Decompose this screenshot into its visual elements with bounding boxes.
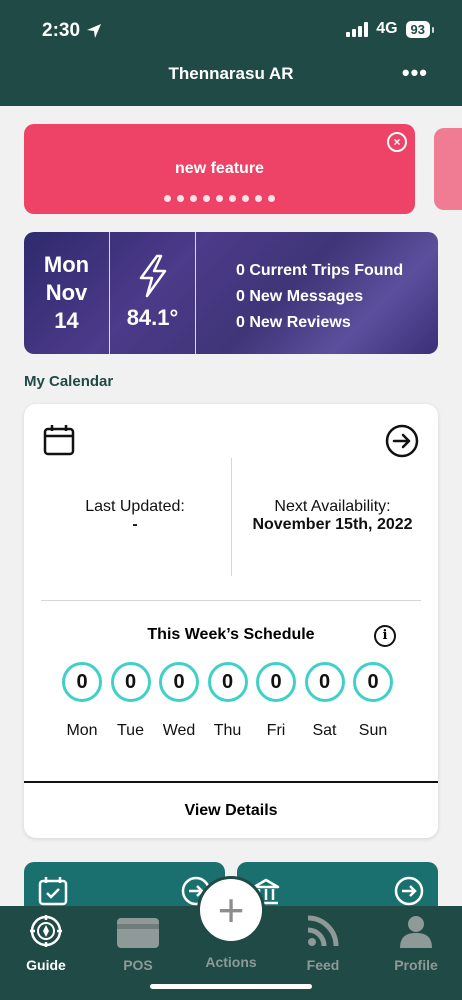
trips-count: 0 Current Trips Found bbox=[236, 262, 404, 279]
calendar-card: Last Updated: - Next Availability: Novem… bbox=[24, 404, 438, 838]
calendar-icon bbox=[43, 425, 75, 456]
more-options-icon[interactable]: ••• bbox=[402, 60, 428, 86]
banner-text: new feature bbox=[175, 160, 264, 177]
tab-label: POS bbox=[123, 957, 153, 973]
lightning-icon bbox=[139, 254, 166, 298]
view-details-button[interactable]: View Details bbox=[24, 802, 438, 820]
day-count: 0 bbox=[353, 662, 393, 702]
day-wed[interactable]: 0 Wed bbox=[159, 662, 199, 740]
carousel-dots bbox=[24, 195, 415, 202]
last-updated: Last Updated: - bbox=[24, 498, 246, 534]
battery-icon: 93 bbox=[405, 20, 435, 38]
divider bbox=[24, 781, 438, 783]
tab-pos[interactable]: POS bbox=[92, 914, 184, 973]
day-count: 0 bbox=[159, 662, 199, 702]
day-count: 0 bbox=[256, 662, 296, 702]
carousel-dot[interactable] bbox=[203, 195, 210, 202]
carousel-dot[interactable] bbox=[242, 195, 249, 202]
date-month: Nov bbox=[45, 280, 88, 305]
add-action-button[interactable]: + bbox=[197, 876, 265, 944]
date-number: 14 bbox=[54, 308, 79, 333]
temperature: 84.1° bbox=[126, 305, 179, 330]
day-count: 0 bbox=[62, 662, 102, 702]
next-banner-peek[interactable] bbox=[434, 128, 462, 210]
day-label: Thu bbox=[213, 722, 242, 739]
tab-label: Feed bbox=[306, 957, 340, 973]
close-icon[interactable]: × bbox=[387, 132, 407, 152]
tab-label: Actions bbox=[205, 954, 257, 970]
battery-level: 93 bbox=[410, 21, 425, 37]
date-block: Mon Nov 14 bbox=[24, 232, 109, 354]
status-indicators: 4G 93 bbox=[346, 20, 435, 38]
day-mon[interactable]: 0 Mon bbox=[62, 662, 102, 740]
day-tue[interactable]: 0 Tue bbox=[110, 662, 151, 740]
day-label: Tue bbox=[117, 722, 144, 739]
calendar-check-icon bbox=[38, 877, 68, 906]
feature-banner[interactable]: new feature × bbox=[24, 124, 415, 214]
signal-icon bbox=[346, 21, 369, 37]
status-time-text: 2:30 bbox=[42, 20, 81, 41]
tab-profile[interactable]: Profile bbox=[370, 914, 462, 973]
tab-feed[interactable]: Feed bbox=[277, 914, 369, 973]
home-indicator bbox=[150, 984, 312, 989]
tab-label: Guide bbox=[26, 957, 66, 973]
last-updated-label: Last Updated: bbox=[85, 498, 185, 515]
arrow-right-circle-icon[interactable] bbox=[385, 424, 419, 458]
top-bar: 2:30 4G 93 Thennarasu AR ••• bbox=[0, 0, 462, 106]
network-label: 4G bbox=[376, 20, 398, 37]
day-sat[interactable]: 0 Sat bbox=[304, 662, 345, 740]
next-availability-value: November 15th, 2022 bbox=[252, 516, 413, 533]
last-updated-value: - bbox=[132, 516, 138, 533]
week-schedule: 0 Mon 0 Tue 0 Wed 0 Thu 0 Fri 0 Sat 0 Sun bbox=[62, 662, 393, 740]
carousel-dot[interactable] bbox=[216, 195, 223, 202]
day-thu[interactable]: 0 Thu bbox=[207, 662, 248, 740]
location-arrow-icon bbox=[87, 24, 102, 38]
day-label: Sun bbox=[358, 722, 388, 739]
rss-feed-icon bbox=[307, 915, 339, 947]
credit-card-icon bbox=[117, 918, 159, 948]
page-title: Thennarasu AR bbox=[168, 64, 294, 83]
day-count: 0 bbox=[207, 662, 248, 702]
tab-label: Profile bbox=[394, 957, 438, 973]
divider bbox=[41, 600, 421, 601]
day-count: 0 bbox=[304, 662, 345, 702]
carousel-dot[interactable] bbox=[229, 195, 236, 202]
user-icon bbox=[400, 916, 432, 948]
day-label: Wed bbox=[162, 722, 196, 739]
day-sun[interactable]: 0 Sun bbox=[353, 662, 393, 740]
day-label: Mon bbox=[66, 722, 98, 739]
next-availability: Next Availability: November 15th, 2022 bbox=[231, 498, 434, 534]
day-count: 0 bbox=[110, 662, 151, 702]
carousel-dot[interactable] bbox=[164, 195, 171, 202]
status-time: 2:30 bbox=[42, 20, 102, 42]
section-title-calendar: My Calendar bbox=[24, 373, 114, 390]
messages-count: 0 New Messages bbox=[236, 288, 364, 305]
day-label: Fri bbox=[266, 722, 286, 739]
carousel-dot[interactable] bbox=[268, 195, 275, 202]
reviews-count: 0 New Reviews bbox=[236, 314, 351, 331]
info-icon[interactable]: i bbox=[374, 625, 396, 647]
next-availability-label: Next Availability: bbox=[274, 498, 391, 515]
compass-icon bbox=[30, 915, 62, 947]
tab-guide[interactable]: Guide bbox=[0, 914, 92, 973]
divider bbox=[195, 232, 196, 354]
carousel-dot[interactable] bbox=[255, 195, 262, 202]
info-strip[interactable]: Mon Nov 14 84.1° 0 Current Trips Found 0… bbox=[24, 232, 438, 354]
date-day: Mon bbox=[43, 252, 90, 277]
carousel-dot[interactable] bbox=[177, 195, 184, 202]
arrow-right-circle-icon[interactable] bbox=[394, 876, 424, 906]
day-fri[interactable]: 0 Fri bbox=[256, 662, 296, 740]
carousel-dot[interactable] bbox=[190, 195, 197, 202]
weather-block: 84.1° bbox=[110, 254, 195, 331]
summary-lines: 0 Current Trips Found 0 New Messages 0 N… bbox=[236, 258, 403, 336]
day-label: Sat bbox=[312, 722, 337, 739]
